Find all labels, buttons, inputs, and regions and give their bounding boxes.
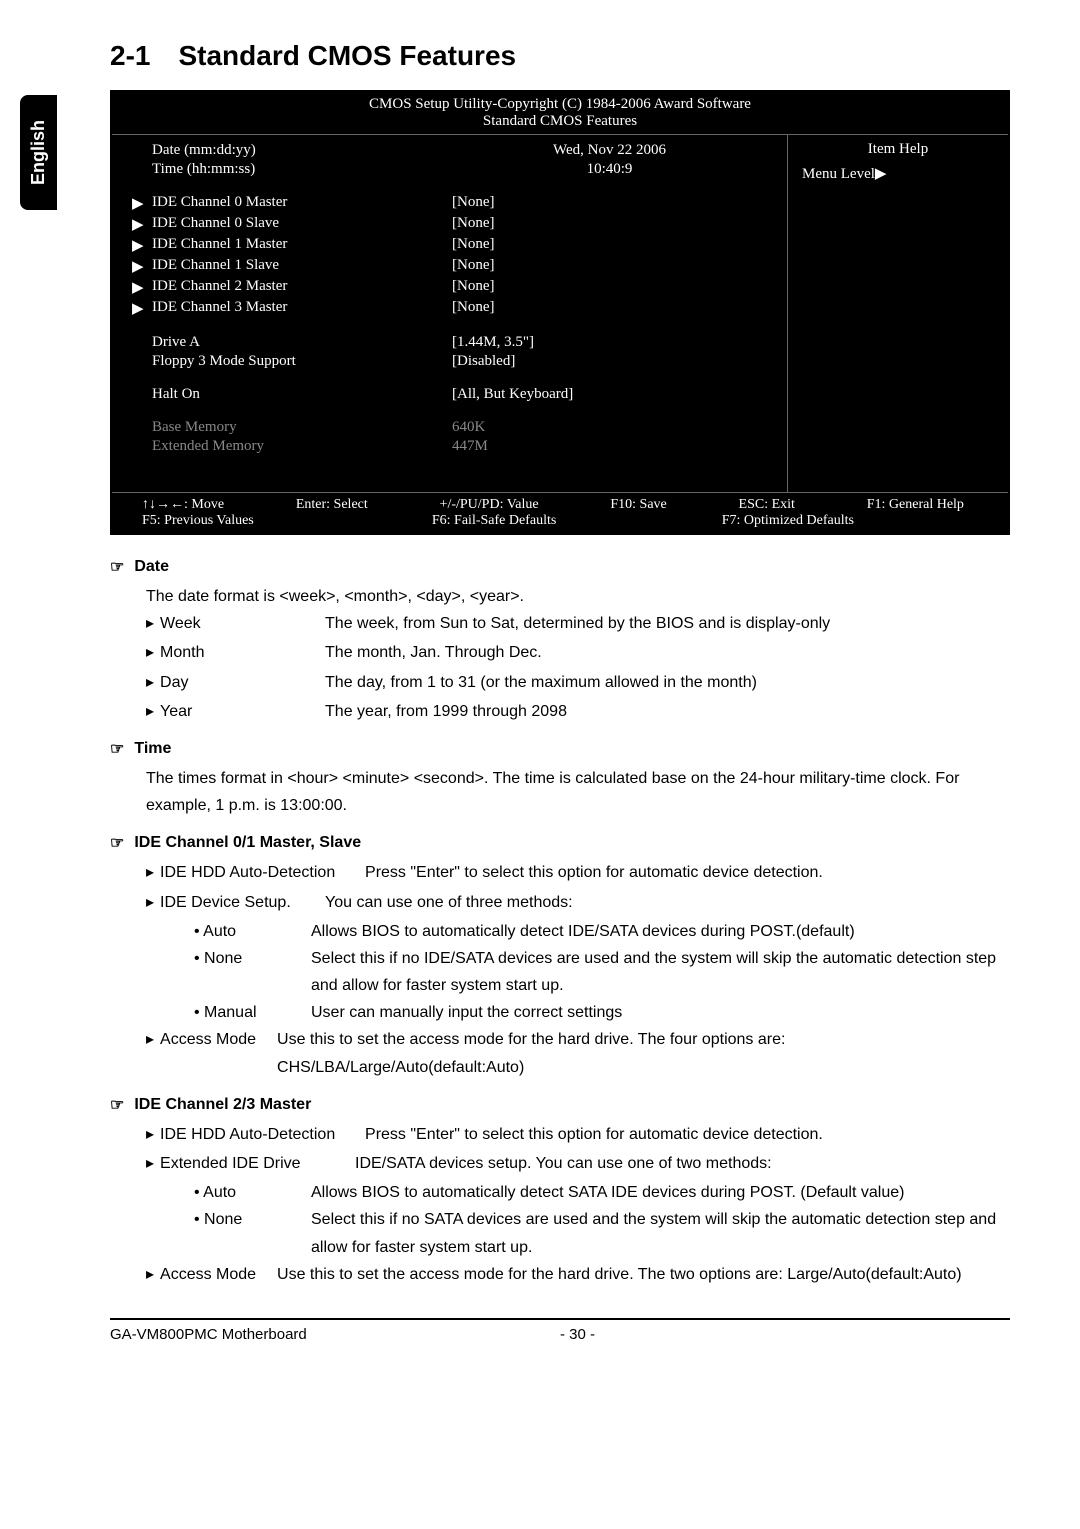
time-body: The times format in <hour> <minute> <sec… (146, 765, 1010, 819)
forward-icon: ▸ (146, 698, 154, 725)
page-footer: GA-VM800PMC Motherboard - 30 - (110, 1318, 1010, 1343)
forward-icon: ▸ (146, 610, 154, 637)
bios-footer: ↑↓→←: Move Enter: Select +/-/PU/PD: Valu… (112, 492, 1008, 533)
heading-date: Date (134, 558, 169, 576)
heading-time: Time (134, 740, 171, 758)
pointer-icon: ☞ (110, 833, 124, 853)
bios-help-panel: Item Help Menu Level▶ (788, 135, 1008, 492)
date-intro: The date format is <week>, <month>, <day… (146, 583, 1010, 610)
bios-screenshot: CMOS Setup Utility-Copyright (C) 1984-20… (110, 90, 1010, 535)
bios-row-ide: ▶IDE Channel 0 Master[None] (132, 193, 767, 214)
pointer-icon: ☞ (110, 557, 124, 577)
bios-row-ide: ▶IDE Channel 2 Master[None] (132, 277, 767, 298)
bios-header-line1: CMOS Setup Utility-Copyright (C) 1984-20… (116, 96, 1004, 113)
language-tab: English (20, 95, 57, 210)
doc-section-time: ☞ Time The times format in <hour> <minute… (110, 739, 1010, 819)
bios-header: CMOS Setup Utility-Copyright (C) 1984-20… (112, 92, 1008, 135)
bios-header-line2: Standard CMOS Features (116, 113, 1004, 130)
forward-icon: ▸ (146, 639, 154, 666)
forward-icon: ▸ (146, 859, 154, 886)
doc-section-ide01: ☞IDE Channel 0/1 Master, Slave ▸IDE HDD … (110, 833, 1010, 1081)
forward-icon: ▸ (146, 1261, 154, 1288)
section-title: 2-1 Standard CMOS Features (110, 40, 1010, 72)
bios-row-ide: ▶IDE Channel 0 Slave[None] (132, 214, 767, 235)
bios-row-time: Time (hh:mm:ss) 10:40:9 (132, 160, 767, 179)
forward-icon: ▸ (146, 1026, 154, 1080)
forward-icon: ▸ (146, 889, 154, 916)
bios-row-ide: ▶IDE Channel 3 Master[None] (132, 298, 767, 319)
forward-icon: ▸ (146, 1121, 154, 1148)
bios-row-drive: Drive A[1.44M, 3.5"] (132, 333, 767, 352)
footer-product: GA-VM800PMC Motherboard (110, 1326, 560, 1343)
bios-row-date: Date (mm:dd:yy) Wed, Nov 22 2006 (132, 141, 767, 160)
section-title-text: Standard CMOS Features (178, 40, 516, 71)
bios-row-extmem: Extended Memory447M (132, 437, 767, 456)
bios-menu-level: Menu Level▶ (802, 164, 994, 183)
doc-section-date: ☞ Date The date format is <week>, <month>… (110, 557, 1010, 725)
pointer-icon: ☞ (110, 1095, 124, 1115)
bios-row-halt: Halt On[All, But Keyboard] (132, 385, 767, 404)
bios-row-ide: ▶IDE Channel 1 Master[None] (132, 235, 767, 256)
bios-row-basemem: Base Memory640K (132, 418, 767, 437)
bios-row-floppy: Floppy 3 Mode Support[Disabled] (132, 352, 767, 371)
page-content: 2-1 Standard CMOS Features CMOS Setup Uti… (110, 40, 1010, 1343)
forward-icon: ▸ (146, 1150, 154, 1177)
forward-icon: ▸ (146, 669, 154, 696)
section-number: 2-1 (110, 40, 150, 72)
heading-ide01: IDE Channel 0/1 Master, Slave (134, 834, 361, 852)
bios-help-title: Item Help (802, 141, 994, 158)
footer-page-number: - 30 - (560, 1326, 595, 1343)
heading-ide23: IDE Channel 2/3 Master (134, 1096, 311, 1114)
doc-section-ide23: ☞IDE Channel 2/3 Master ▸IDE HDD Auto-De… (110, 1095, 1010, 1288)
bios-main-panel: Date (mm:dd:yy) Wed, Nov 22 2006 Time (h… (112, 135, 788, 492)
pointer-icon: ☞ (110, 739, 124, 759)
bios-row-ide: ▶IDE Channel 1 Slave[None] (132, 256, 767, 277)
